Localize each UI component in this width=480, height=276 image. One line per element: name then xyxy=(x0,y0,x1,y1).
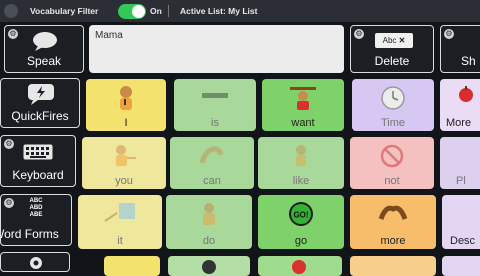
word-forms-button[interactable]: ⚙ ABC ABD ABE Word Forms xyxy=(0,194,72,246)
cell-label: I xyxy=(124,117,128,129)
apple-icon xyxy=(459,86,474,102)
gear-icon[interactable]: ⚙ xyxy=(354,29,364,39)
cell-label: you xyxy=(115,175,133,187)
cell-row4-5[interactable] xyxy=(442,256,480,276)
cell-want[interactable]: want xyxy=(262,79,344,131)
cell-row4-4[interactable] xyxy=(350,256,436,276)
prohibited-icon xyxy=(380,144,404,168)
keyboard-icon xyxy=(23,144,53,160)
gear-icon[interactable]: ⚙ xyxy=(4,139,14,149)
arrow-to-box-icon xyxy=(104,203,135,222)
abe-tile: ABE xyxy=(29,212,43,218)
speak-button[interactable]: ⚙ Speak xyxy=(4,25,84,73)
delete-key-label: Abc xyxy=(382,36,397,45)
vocabulary-filter-label: Vocabulary Filter xyxy=(30,6,99,16)
person-doing-icon xyxy=(203,203,215,225)
message-bar[interactable]: Mama xyxy=(89,25,344,73)
keyboard-button[interactable]: ⚙ Keyboard xyxy=(0,135,76,187)
delete-button[interactable]: ⚙ Abc ✕ Delete xyxy=(350,25,434,73)
cell-more[interactable]: more xyxy=(350,195,436,249)
cell-row4-icon xyxy=(202,260,216,274)
person-pointing-icon xyxy=(116,145,136,166)
hands-more-icon xyxy=(378,205,408,220)
cell-label: more xyxy=(380,235,406,247)
abc-tiles-icon: ABC ABD ABE xyxy=(25,198,47,219)
cell-like[interactable]: like xyxy=(258,137,344,189)
cell-i[interactable]: I xyxy=(86,79,166,131)
next-sidebar-button[interactable] xyxy=(0,252,70,272)
clock-icon xyxy=(381,86,405,110)
toggle-state-label: On xyxy=(150,6,162,16)
top-bar: Vocabulary Filter On Active List: My Lis… xyxy=(0,0,480,22)
cell-row4-2[interactable] xyxy=(168,256,250,276)
cell-row4-icon xyxy=(292,260,306,274)
person-hands-up-icon xyxy=(296,145,306,166)
cell-time[interactable]: Time xyxy=(352,79,434,131)
cell-label: like xyxy=(292,175,310,187)
cell-row4-3[interactable] xyxy=(258,256,342,276)
speech-bubble-icon xyxy=(33,32,57,51)
toggle-knob xyxy=(132,5,145,18)
cell-can[interactable]: can xyxy=(170,137,254,189)
cell-more-top[interactable]: More xyxy=(440,79,480,131)
message-text: Mama xyxy=(95,30,123,41)
cell-label: it xyxy=(117,235,123,247)
cell-not[interactable]: not xyxy=(350,137,434,189)
share-button[interactable]: ⚙ Sh xyxy=(440,25,480,73)
cell-pl[interactable]: Pl xyxy=(440,137,480,189)
word-forms-label: Word Forms xyxy=(1,227,59,241)
vocabulary-filter-toggle[interactable] xyxy=(118,4,146,19)
quickfires-button[interactable]: QuickFires xyxy=(0,78,80,128)
gear-icon[interactable]: ⚙ xyxy=(8,29,18,39)
go-sign-text: GO! xyxy=(293,211,308,220)
flexing-arm-icon xyxy=(199,146,224,164)
quickfires-label: QuickFires xyxy=(11,109,69,123)
gear-icon[interactable]: ⚙ xyxy=(4,198,14,208)
settings-icon xyxy=(30,257,42,269)
cell-label: not xyxy=(384,175,400,187)
speak-label: Speak xyxy=(26,54,62,68)
go-sign-icon: GO! xyxy=(289,202,313,226)
cell-label: do xyxy=(202,235,216,247)
cell-label: Time xyxy=(380,117,406,129)
cell-label: More xyxy=(446,117,472,129)
delete-key-icon: Abc ✕ xyxy=(375,33,413,48)
cell-label: want xyxy=(291,117,315,129)
delete-x-icon: ✕ xyxy=(398,36,406,45)
person-reaching-icon xyxy=(290,87,316,110)
cell-label: is xyxy=(211,117,219,129)
cell-you[interactable]: you xyxy=(82,137,166,189)
keyboard-label: Keyboard xyxy=(12,168,64,182)
delete-label: Delete xyxy=(374,54,410,68)
divider xyxy=(168,5,169,17)
person-pointing-self-icon xyxy=(120,86,132,110)
cell-is[interactable]: is xyxy=(174,79,256,131)
cell-desc[interactable]: Desc xyxy=(442,195,480,249)
gear-icon[interactable]: ⚙ xyxy=(444,29,454,39)
cell-it[interactable]: it xyxy=(78,195,162,249)
cell-label: can xyxy=(203,175,221,187)
abd-tile: ABD xyxy=(29,205,43,211)
cell-go[interactable]: GO! go xyxy=(258,195,344,249)
active-list-label[interactable]: Active List: My List xyxy=(180,6,257,16)
lightning-bubble-icon xyxy=(28,84,54,105)
cell-label: go xyxy=(294,235,308,247)
cell-do[interactable]: do xyxy=(166,195,252,249)
settings-icon[interactable] xyxy=(4,4,18,18)
equals-bar-icon xyxy=(202,93,228,98)
cell-row4-1[interactable] xyxy=(104,256,160,276)
share-label: Sh xyxy=(461,54,476,68)
cell-label: Desc xyxy=(450,235,476,247)
abc-tile: ABC xyxy=(29,198,43,204)
cell-label: Pl xyxy=(456,175,466,187)
